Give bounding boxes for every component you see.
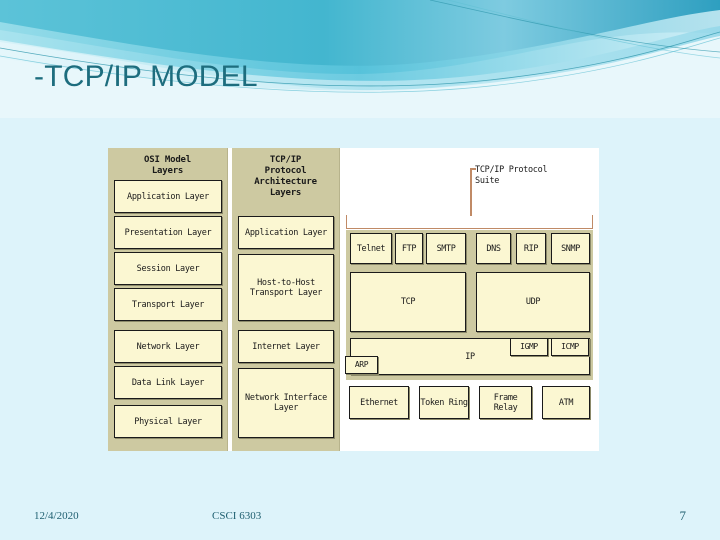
protocol-frame-relay: Frame Relay [479, 386, 532, 419]
osi-layer-session: Session Layer [114, 252, 222, 285]
suite-label-line1: TCP/IP Protocol [475, 165, 548, 175]
tcpip-layer-internet: Internet Layer [238, 330, 334, 363]
tcpip-heading-line4: Layers [269, 188, 302, 198]
osi-layer-datalink: Data Link Layer [114, 366, 222, 399]
protocol-atm: ATM [542, 386, 590, 419]
protocol-tcp: TCP [350, 272, 466, 332]
osi-column-heading: OSI Model Layers [108, 148, 227, 177]
protocol-ftp: FTP [395, 233, 423, 264]
protocol-icmp: ICMP [551, 338, 589, 356]
osi-model-column: OSI Model Layers Application Layer Prese… [108, 148, 228, 451]
protocol-udp: UDP [476, 272, 590, 332]
tcpip-heading-line1: TCP/IP [269, 155, 302, 165]
osi-layer-network: Network Layer [114, 330, 222, 363]
osi-layer-presentation: Presentation Layer [114, 216, 222, 249]
osi-heading-line2: Layers [151, 166, 184, 176]
protocol-smtp: SMTP [426, 233, 466, 264]
tcpip-protocol-suite-panel: TCP/IP Protocol Suite Telnet FTP SMTP DN… [340, 148, 599, 451]
protocol-telnet: Telnet [350, 233, 392, 264]
osi-layer-application: Application Layer [114, 180, 222, 213]
protocol-ethernet: Ethernet [349, 386, 409, 419]
osi-layer-physical: Physical Layer [114, 405, 222, 438]
tcpip-layer-netinterface: Network Interface Layer [238, 368, 334, 438]
suite-leader-line [470, 168, 472, 216]
protocol-igmp: IGMP [510, 338, 548, 356]
tcpip-heading-line2: Protocol [264, 166, 307, 176]
slide-title: -TCP/IP MODEL [34, 60, 258, 93]
protocol-dns: DNS [476, 233, 511, 264]
footer-date: 12/4/2020 [34, 510, 79, 522]
protocol-arp: ARP [345, 356, 378, 374]
slide-banner-decoration [0, 0, 720, 118]
suite-bracket-icon [346, 215, 593, 229]
footer-course-code: CSCI 6303 [212, 510, 262, 522]
tcpip-architecture-column: TCP/IP Protocol Architecture Layers Appl… [232, 148, 340, 451]
osi-layer-transport: Transport Layer [114, 288, 222, 321]
suite-label: TCP/IP Protocol Suite [475, 165, 595, 187]
tcpip-column-heading: TCP/IP Protocol Architecture Layers [232, 148, 339, 199]
slide-footer: 12/4/2020 CSCI 6303 7 [0, 496, 720, 540]
protocol-rip: RIP [516, 233, 546, 264]
tcpip-layer-application: Application Layer [238, 216, 334, 249]
tcpip-heading-line3: Architecture [254, 177, 317, 187]
tcpip-layer-transport: Host-to-Host Transport Layer [238, 254, 334, 321]
osi-heading-line1: OSI Model [144, 155, 191, 165]
tcpip-osi-diagram: OSI Model Layers Application Layer Prese… [108, 148, 599, 451]
protocol-snmp: SNMP [551, 233, 590, 264]
footer-page-number: 7 [679, 508, 687, 523]
suite-label-line2: Suite [475, 176, 500, 186]
protocol-token-ring: Token Ring [419, 386, 469, 419]
